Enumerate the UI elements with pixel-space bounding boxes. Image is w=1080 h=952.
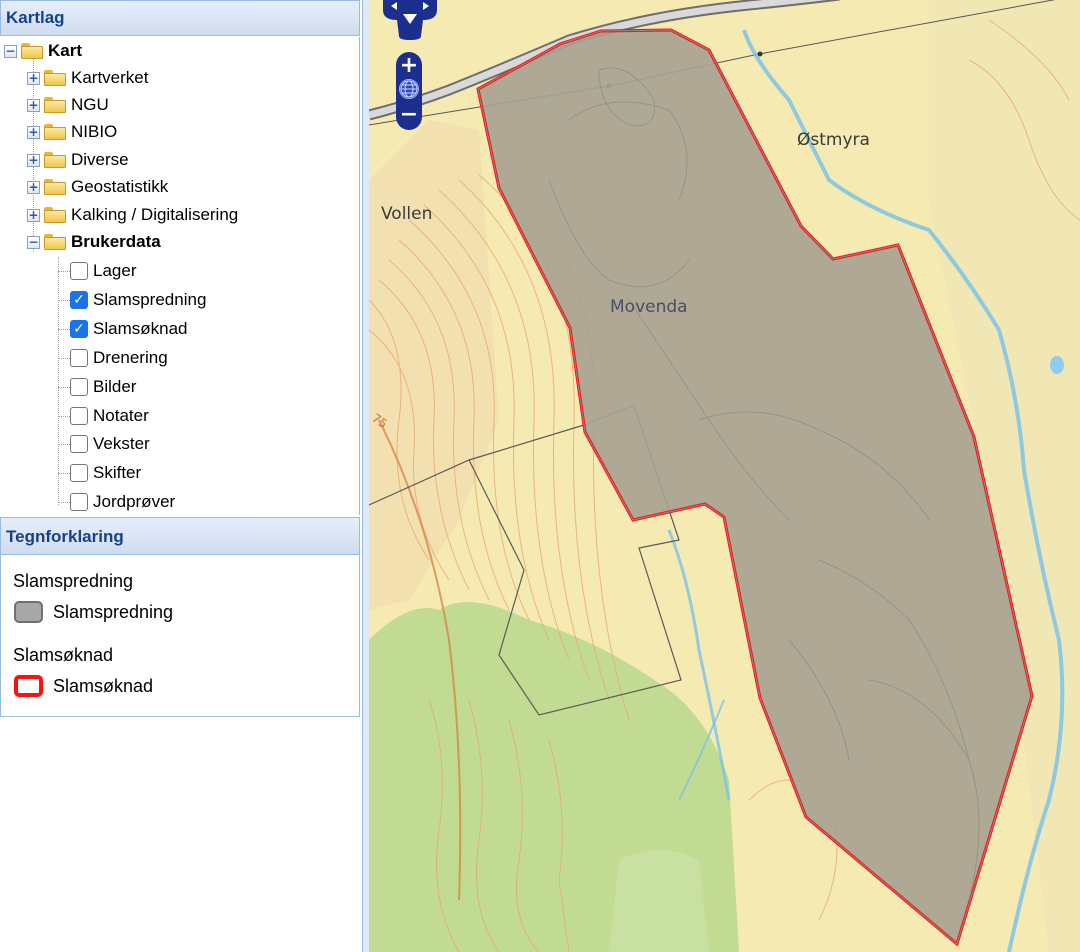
layer-item-lager[interactable]: Lager	[58, 258, 137, 284]
tree-folder-brukerdata[interactable]: − Brukerdata	[27, 229, 161, 255]
place-label-vollen: Vollen	[381, 204, 433, 224]
legend-panel: Slamspredning Slamspredning Slamsøknad S…	[0, 555, 360, 717]
layer-checkbox[interactable]	[70, 377, 88, 396]
tree-folder-ngu[interactable]: + NGU	[27, 92, 109, 118]
folder-label: Kalking / Digitalisering	[71, 205, 239, 224]
layer-checkbox[interactable]	[70, 493, 88, 512]
tree-root-label: Kart	[48, 41, 83, 60]
layer-item-notater[interactable]: Notater	[58, 403, 149, 429]
map-view[interactable]: Vollen Movenda Østmyra 75 + −	[369, 0, 1080, 952]
tree-folder-diverse[interactable]: + Diverse	[27, 147, 129, 173]
folder-label: NGU	[71, 95, 109, 114]
layer-panel: Kartlag − Kart + Kartverket + NGU + NIBI…	[0, 0, 362, 952]
folder-icon	[44, 152, 66, 168]
expand-icon[interactable]: +	[27, 125, 40, 139]
panel-splitter[interactable]	[362, 0, 369, 952]
layer-checkbox[interactable]	[70, 262, 88, 280]
tree-folder-geostatistikk[interactable]: + Geostatistikk	[27, 174, 168, 200]
layer-checkbox[interactable]: ✓	[70, 319, 88, 338]
folder-label: Brukerdata	[71, 232, 161, 251]
layer-label: Bilder	[93, 376, 137, 396]
layer-checkbox[interactable]	[70, 464, 88, 483]
tree-guide	[58, 271, 70, 272]
forest-area	[609, 850, 709, 952]
legend-item-slamsoknad: Slamsøknad	[14, 675, 153, 697]
layer-item-skifter[interactable]: Skifter	[58, 460, 142, 486]
tree-guide	[58, 473, 70, 475]
collapse-icon[interactable]: −	[27, 235, 40, 249]
layer-label: Slamspredning	[93, 289, 207, 309]
tree-guide	[58, 415, 70, 417]
expand-icon[interactable]: +	[27, 208, 40, 222]
layer-checkbox[interactable]	[70, 348, 88, 367]
expand-icon[interactable]: +	[27, 180, 40, 194]
expand-icon[interactable]: +	[27, 71, 40, 85]
zoom-out-button[interactable]: −	[396, 103, 422, 129]
tree-guide	[58, 299, 70, 301]
layer-label: Drenering	[93, 347, 168, 367]
layer-label: Skifter	[93, 463, 142, 483]
tree-folder-nibio[interactable]: + NIBIO	[27, 119, 117, 145]
folder-icon	[44, 70, 66, 86]
folder-icon	[44, 97, 66, 113]
tree-guide	[58, 357, 70, 359]
layer-label: Vekster	[93, 434, 150, 454]
legend-header: Tegnforklaring	[0, 517, 360, 555]
tree-guide	[58, 502, 70, 504]
expand-icon[interactable]: +	[27, 153, 40, 167]
layer-label: Slamsøknad	[93, 318, 188, 338]
tree-guide	[58, 328, 70, 330]
folder-label: Diverse	[71, 150, 129, 169]
layer-item-bilder[interactable]: Bilder	[58, 374, 137, 400]
map-canvas	[369, 0, 1080, 952]
layer-tree: − Kart + Kartverket + NGU + NIBIO + Dive…	[0, 37, 360, 515]
layer-item-drenering[interactable]: Drenering	[58, 345, 168, 371]
pan-control[interactable]	[383, 0, 437, 40]
red-outline-swatch-icon	[14, 675, 43, 697]
globe-icon[interactable]	[399, 79, 419, 99]
layer-label: Notater	[93, 405, 149, 425]
tree-folder-kartverket[interactable]: + Kartverket	[27, 65, 148, 91]
kartlag-header: Kartlag	[0, 0, 360, 36]
layer-label: Lager	[93, 261, 137, 280]
zoom-in-button[interactable]: +	[396, 54, 422, 80]
legend-item-label: Slamsøknad	[53, 675, 154, 696]
legend-item-label: Slamspredning	[53, 601, 174, 622]
folder-icon	[44, 124, 66, 140]
folder-icon	[44, 179, 66, 195]
folder-icon	[44, 207, 66, 223]
grey-swatch-icon	[14, 601, 43, 623]
layer-item-jordpr-ver[interactable]: Jordprøver	[58, 489, 176, 515]
folder-label: Geostatistikk	[71, 177, 169, 196]
folder-open-icon	[44, 234, 66, 250]
folder-label: Kartverket	[71, 68, 149, 87]
collapse-icon[interactable]: −	[4, 44, 17, 58]
place-label-ostmyra: Østmyra	[797, 130, 870, 150]
legend-group-title: Slamsøknad	[13, 645, 114, 665]
layer-item-slams-knad[interactable]: ✓ Slamsøknad	[58, 316, 188, 342]
tree-guide	[58, 444, 70, 446]
layer-label: Jordprøver	[93, 492, 176, 512]
expand-icon[interactable]: +	[27, 98, 40, 112]
layer-checkbox[interactable]	[70, 435, 88, 454]
tree-guide	[58, 386, 70, 388]
tree-guide	[58, 257, 59, 505]
layer-checkbox[interactable]: ✓	[70, 290, 88, 309]
layer-item-slamspredning[interactable]: ✓ Slamspredning	[58, 287, 207, 313]
pond	[1050, 356, 1064, 374]
folder-label: NIBIO	[71, 122, 118, 141]
layer-item-vekster[interactable]: Vekster	[58, 431, 150, 457]
legend-item-slamspredning: Slamspredning	[14, 601, 173, 623]
zoom-control: + −	[396, 52, 422, 130]
layer-checkbox[interactable]	[70, 406, 88, 425]
tree-folder-kalking[interactable]: + Kalking / Digitalisering	[27, 202, 238, 228]
legend-group-title: Slamspredning	[13, 571, 134, 591]
tree-root-kart[interactable]: − Kart	[4, 38, 82, 64]
folder-open-icon	[21, 43, 43, 59]
place-label-movenda: Movenda	[610, 297, 688, 317]
